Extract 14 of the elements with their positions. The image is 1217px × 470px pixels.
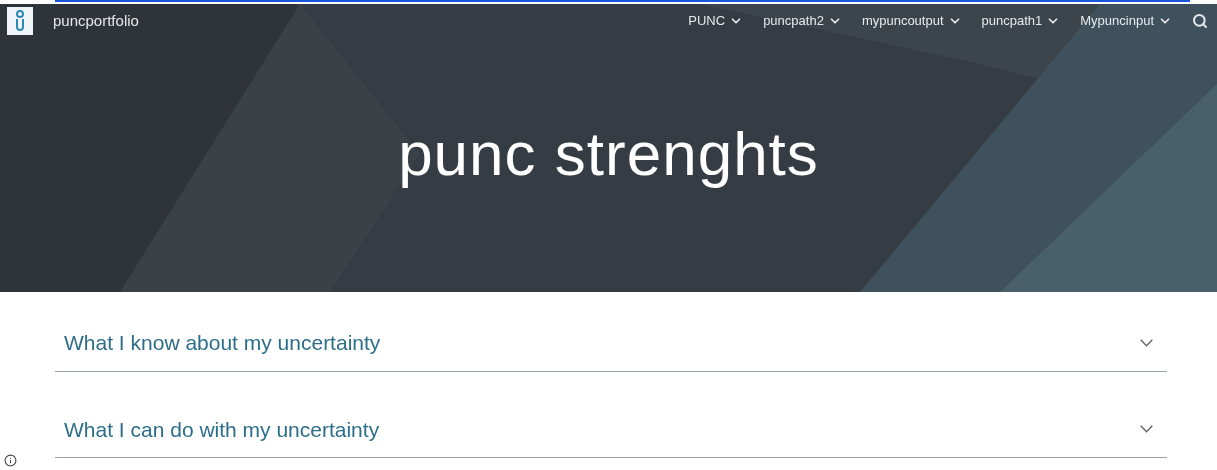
nav-menu-item[interactable]: Mypuncinput bbox=[1080, 11, 1172, 31]
chevron-down-icon bbox=[1140, 425, 1153, 434]
nav-menu-item[interactable]: mypuncoutput bbox=[861, 11, 962, 31]
info-icon[interactable] bbox=[4, 454, 17, 467]
nav-menu-item[interactable]: puncpath2 bbox=[763, 11, 842, 31]
chevron-down-icon bbox=[1140, 338, 1153, 347]
search-icon[interactable] bbox=[1192, 13, 1208, 29]
accordion-section[interactable]: What I know about my uncertainty bbox=[55, 327, 1167, 372]
page-title: punc strenghts bbox=[398, 117, 819, 190]
nav-menu-item[interactable]: puncpath1 bbox=[981, 11, 1061, 31]
accordion-section[interactable]: What I can do with my uncertainty bbox=[55, 413, 1167, 458]
logo-icon[interactable] bbox=[7, 7, 33, 35]
nav-menu-item[interactable]: PUNC bbox=[688, 11, 744, 31]
site-title[interactable]: puncportfolio bbox=[53, 9, 139, 33]
